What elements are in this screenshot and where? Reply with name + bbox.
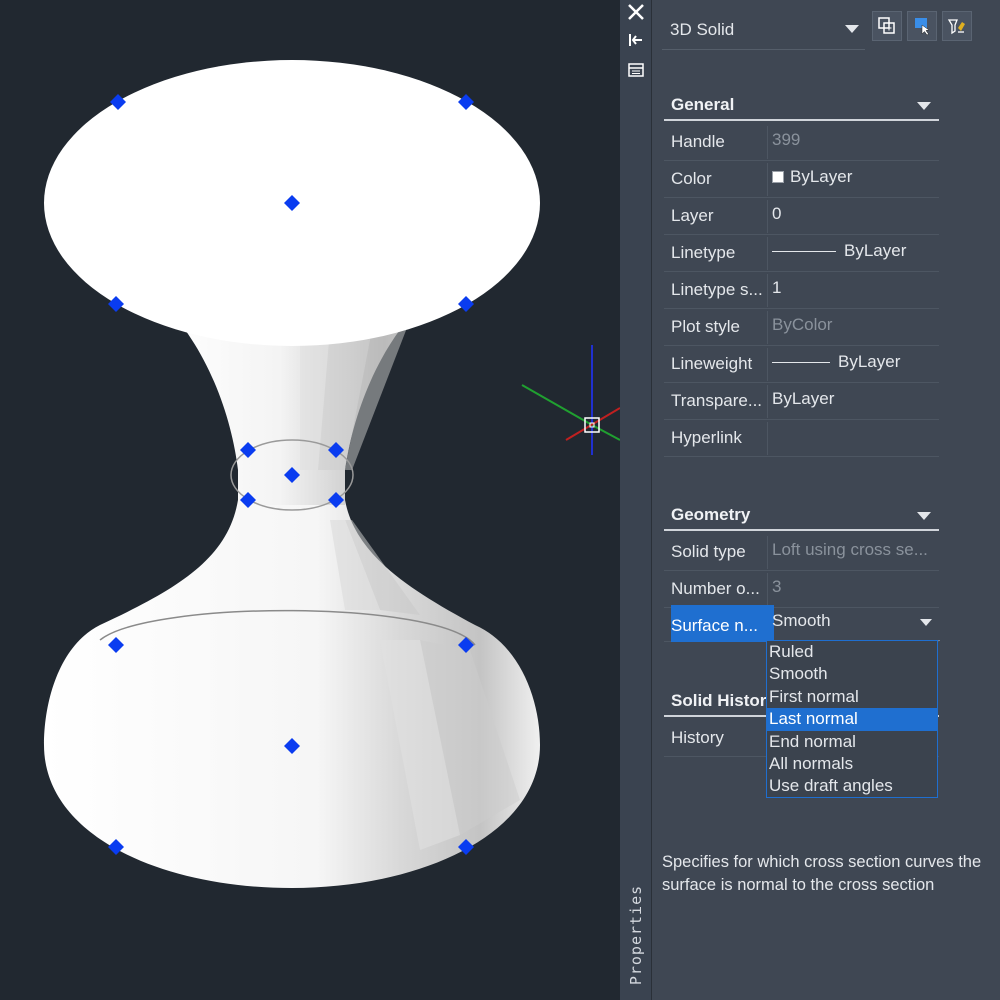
column-divider xyxy=(767,163,768,196)
property-value: ByLayer xyxy=(790,167,853,186)
dropdown-option[interactable]: Ruled xyxy=(767,641,937,663)
section-geometry-title: Geometry xyxy=(671,505,751,524)
quick-select-icon xyxy=(947,19,965,35)
model-viewport[interactable] xyxy=(0,0,620,1000)
property-row-plot-style[interactable]: Plot style ByColor xyxy=(664,309,939,346)
property-label: Handle xyxy=(671,132,725,151)
surface-normals-select[interactable]: Smooth xyxy=(772,605,940,641)
property-row-surface-normals[interactable]: Surface n... Smooth xyxy=(664,605,940,642)
quick-select-button[interactable] xyxy=(942,11,972,41)
palette-title-label: Properties xyxy=(624,880,648,990)
property-row-hyperlink[interactable]: Hyperlink xyxy=(664,420,939,457)
ucs-axes-icon xyxy=(521,345,620,455)
property-label: Color xyxy=(671,169,712,188)
column-divider xyxy=(767,385,768,418)
property-value: Loft using cross se... xyxy=(772,540,928,559)
dropdown-option-selected[interactable]: Last normal xyxy=(767,708,937,731)
property-row-linetype-scale[interactable]: Linetype s... 1 xyxy=(664,272,939,309)
section-geometry-header[interactable]: Geometry xyxy=(664,501,939,531)
property-row-linetype[interactable]: Linetype ByLayer xyxy=(664,235,939,272)
palette-title-text: Properties xyxy=(627,884,645,986)
column-divider xyxy=(767,311,768,344)
property-row-color[interactable]: Color ByLayer xyxy=(664,161,939,198)
dropdown-option[interactable]: First normal xyxy=(767,686,937,708)
property-row-number-of-sections[interactable]: Number o... 3 xyxy=(664,571,939,608)
toggle-pickadd-button[interactable] xyxy=(872,11,902,41)
lineweight-sample-icon xyxy=(772,362,830,364)
property-label: Layer xyxy=(671,206,714,225)
column-divider xyxy=(767,573,768,606)
palette-title-strip: Properties xyxy=(620,0,652,1000)
property-value: ByLayer xyxy=(838,352,901,371)
property-row-layer[interactable]: Layer 0 xyxy=(664,198,939,235)
section-general-title: General xyxy=(671,95,735,114)
property-value-linetype: ByLayer xyxy=(772,235,906,271)
property-value: 1 xyxy=(772,278,782,297)
column-divider xyxy=(767,237,768,270)
collapse-triangle-icon xyxy=(917,102,931,110)
property-label: Plot style xyxy=(671,317,740,336)
select-objects-button[interactable] xyxy=(907,11,937,41)
properties-menu-icon[interactable] xyxy=(624,58,648,82)
property-label: Surface n... xyxy=(671,605,774,642)
properties-panel: 3D Solid General Handle 399 Color ByLaye… xyxy=(652,0,1000,1000)
property-row-handle[interactable]: Handle 399 xyxy=(664,124,939,161)
property-label: Linetype s... xyxy=(671,280,763,299)
property-description: Specifies for which cross section curves… xyxy=(662,853,982,894)
property-value: ByColor xyxy=(772,315,833,334)
hourglass-solid-drawing[interactable] xyxy=(0,0,620,1000)
chevron-down-icon xyxy=(920,619,932,626)
property-value: ByLayer xyxy=(772,389,835,408)
property-row-lineweight[interactable]: Lineweight ByLayer xyxy=(664,346,939,383)
dropdown-option[interactable]: Use draft angles xyxy=(767,775,937,797)
section-general-header[interactable]: General xyxy=(664,91,939,121)
close-icon[interactable] xyxy=(624,0,648,24)
dropdown-option[interactable]: All normals xyxy=(767,753,937,775)
property-label: Linetype xyxy=(671,243,736,262)
property-value-lineweight: ByLayer xyxy=(772,346,900,382)
section-solid-history-title: Solid Histor xyxy=(671,691,767,710)
property-label: History xyxy=(671,728,724,747)
property-label: Hyperlink xyxy=(671,428,742,447)
column-divider xyxy=(767,348,768,381)
column-divider xyxy=(767,274,768,307)
column-divider xyxy=(767,422,768,455)
object-type-dropdown[interactable]: 3D Solid xyxy=(662,10,865,50)
collapse-triangle-icon xyxy=(917,512,931,520)
property-label: Lineweight xyxy=(671,354,753,373)
column-divider xyxy=(767,536,768,569)
object-type-label: 3D Solid xyxy=(670,19,735,39)
property-label: Number o... xyxy=(671,579,760,598)
auto-hide-icon[interactable] xyxy=(624,28,648,52)
property-value: 399 xyxy=(772,130,801,149)
select-objects-icon xyxy=(915,18,930,36)
linetype-sample-icon xyxy=(772,251,836,253)
property-row-transparency[interactable]: Transpare... ByLayer xyxy=(664,383,939,420)
chevron-down-icon xyxy=(845,25,859,33)
property-value: 0 xyxy=(772,204,782,223)
property-value: ByLayer xyxy=(844,241,907,260)
property-label: Solid type xyxy=(671,542,746,561)
property-value: 3 xyxy=(772,577,782,596)
column-divider xyxy=(767,200,768,233)
toggle-pickadd-icon xyxy=(878,17,895,34)
property-row-solid-type[interactable]: Solid type Loft using cross se... xyxy=(664,534,939,571)
property-label: Transpare... xyxy=(671,391,763,410)
property-value: Smooth xyxy=(772,611,831,630)
column-divider xyxy=(767,126,768,159)
dropdown-option[interactable]: Smooth xyxy=(767,663,937,685)
surface-normals-dropdown-list[interactable]: Ruled Smooth First normal Last normal En… xyxy=(766,640,938,798)
color-swatch-icon xyxy=(772,171,784,183)
dropdown-option[interactable]: End normal xyxy=(767,731,937,753)
property-value-color: ByLayer xyxy=(772,161,852,197)
